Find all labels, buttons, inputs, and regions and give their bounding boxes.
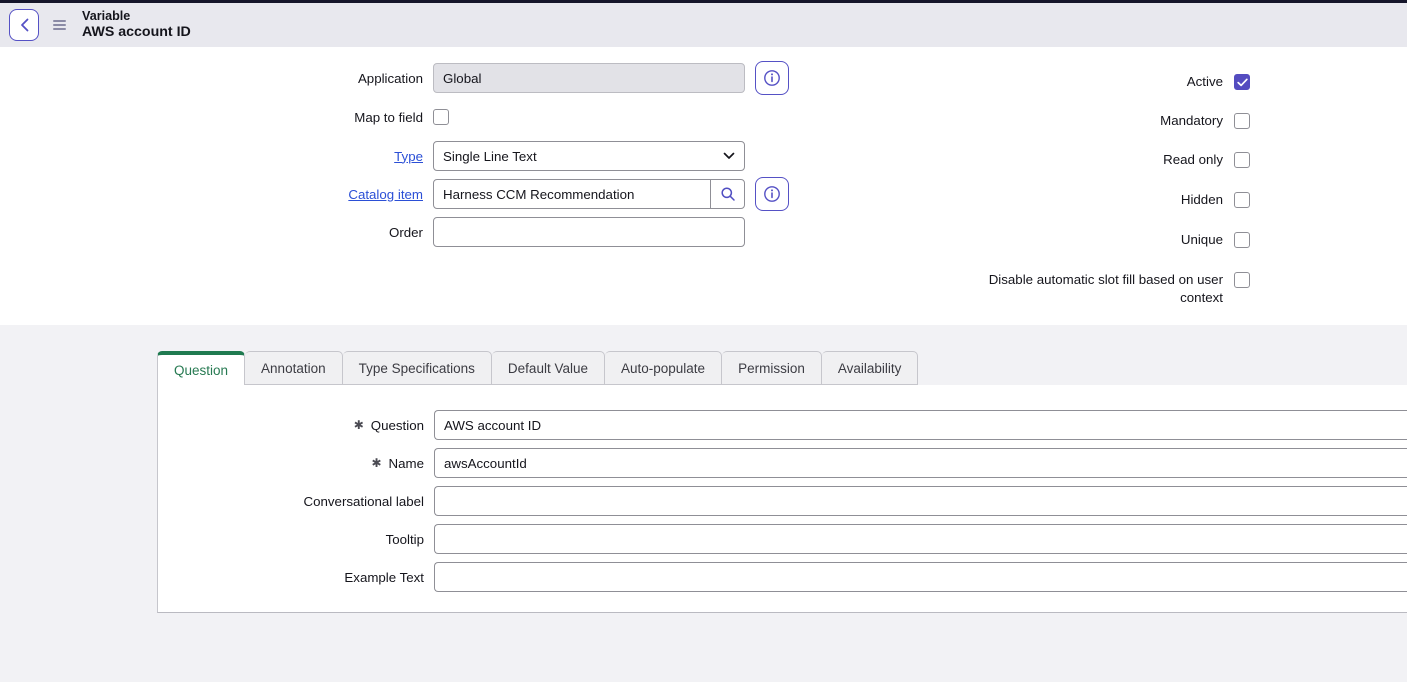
order-label: Order [0,225,423,240]
hidden-label: Hidden [960,191,1223,209]
variable-form-page: Variable AWS account ID Application Map … [0,0,1407,682]
tab-permission[interactable]: Permission [722,351,822,385]
read-only-checkbox[interactable] [1234,152,1250,168]
example-text-label: Example Text [344,570,424,585]
name-input[interactable] [434,448,1407,478]
question-label: Question [371,418,424,433]
catalog-item-lookup-button[interactable] [710,180,744,208]
required-marker: ✱ [371,457,381,469]
type-select[interactable]: Single Line Text [433,141,745,171]
application-label: Application [0,71,423,86]
form-header: Variable AWS account ID [0,3,1407,47]
search-icon [720,186,736,202]
catalog-item-label-link[interactable]: Catalog item [0,187,423,202]
tab-auto-populate[interactable]: Auto-populate [605,351,722,385]
map-to-field-checkbox[interactable] [433,109,449,125]
required-marker: ✱ [354,419,364,431]
application-info-button[interactable] [755,61,789,95]
disable-slot-fill-checkbox[interactable] [1234,272,1250,288]
record-type-title: Variable [82,9,191,24]
type-select-value: Single Line Text [443,149,723,164]
unique-label: Unique [960,231,1223,249]
example-text-input[interactable] [434,562,1407,592]
tooltip-label: Tooltip [386,532,424,547]
unique-checkbox[interactable] [1234,232,1250,248]
tab-annotation[interactable]: Annotation [245,351,343,385]
catalog-item-info-button[interactable] [755,177,789,211]
record-name-title: AWS account ID [82,24,191,41]
tab-default-value[interactable]: Default Value [492,351,605,385]
tab-question[interactable]: Question [157,351,245,385]
tab-availability[interactable]: Availability [822,351,919,385]
form-body: Application Map to field Type Single Lin… [0,47,1407,325]
context-menu-icon[interactable] [53,20,66,30]
tooltip-input[interactable] [434,524,1407,554]
application-input[interactable] [433,63,745,93]
question-input[interactable] [434,410,1407,440]
read-only-label: Read only [960,151,1223,169]
active-checkbox[interactable] [1234,74,1250,90]
back-button[interactable] [9,9,39,41]
chevron-left-icon [20,18,29,32]
page-title: Variable AWS account ID [82,9,191,41]
tab-strip: Question Annotation Type Specifications … [157,351,918,385]
tab-section: Question Annotation Type Specifications … [0,325,1407,682]
catalog-item-input[interactable] [434,180,710,208]
mandatory-checkbox[interactable] [1234,113,1250,129]
conversational-label-label: Conversational label [304,494,424,509]
hidden-checkbox[interactable] [1234,192,1250,208]
active-label: Active [960,73,1223,91]
info-icon [763,185,781,203]
catalog-item-reference-field [433,179,745,209]
mandatory-label: Mandatory [960,112,1223,130]
type-label-link[interactable]: Type [0,149,423,164]
map-to-field-label: Map to field [0,110,423,125]
tab-type-specifications[interactable]: Type Specifications [343,351,492,385]
chevron-down-icon [723,152,735,160]
disable-slot-fill-label: Disable automatic slot fill based on use… [950,271,1223,307]
order-input[interactable] [433,217,745,247]
conversational-label-input[interactable] [434,486,1407,516]
name-label: Name [389,456,424,471]
check-icon [1237,78,1248,87]
question-tab-panel: ✱ Question ✱ Name Conversational label [157,385,1407,613]
info-icon [763,69,781,87]
